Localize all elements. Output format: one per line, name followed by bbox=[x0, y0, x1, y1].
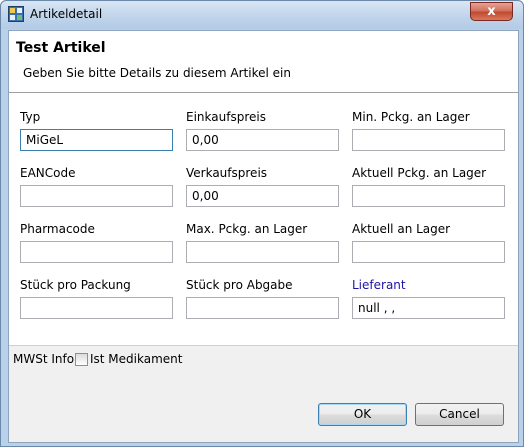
ist-medikament-label[interactable]: Ist Medikament bbox=[90, 352, 182, 366]
ok-button[interactable]: OK bbox=[318, 403, 407, 426]
ist-medikament-checkbox[interactable] bbox=[75, 353, 88, 366]
aktuell-pckg-field[interactable] bbox=[352, 185, 505, 207]
einkaufspreis-field[interactable]: 0,00 bbox=[186, 129, 339, 151]
typ-field[interactable]: MiGeL bbox=[20, 129, 173, 151]
form-panel: Typ MiGeL EANCode Pharmacode Stück pro P… bbox=[9, 93, 518, 346]
window-title: Artikeldetail bbox=[30, 7, 103, 21]
eancode-label: EANCode bbox=[20, 166, 76, 180]
aktuell-lager-label: Aktuell an Lager bbox=[352, 222, 451, 236]
cancel-button[interactable]: Cancel bbox=[415, 403, 504, 426]
lieferant-link[interactable]: Lieferant bbox=[352, 278, 406, 292]
pharmacode-field[interactable] bbox=[20, 241, 173, 263]
einkaufspreis-label: Einkaufspreis bbox=[186, 110, 266, 124]
dialog-window: Artikeldetail x Test Artikel Geben Sie b… bbox=[0, 0, 524, 447]
title-bar[interactable]: Artikeldetail x bbox=[1, 1, 523, 29]
min-pckg-field[interactable] bbox=[352, 129, 505, 151]
stueck-packung-label: Stück pro Packung bbox=[20, 278, 131, 292]
verkaufspreis-label: Verkaufspreis bbox=[186, 166, 268, 180]
stueck-packung-field[interactable] bbox=[20, 297, 173, 319]
stueck-abgabe-label: Stück pro Abgabe bbox=[186, 278, 293, 292]
mwst-info-label: MWSt Info bbox=[13, 352, 75, 366]
app-icon bbox=[8, 6, 24, 22]
max-pckg-field[interactable] bbox=[186, 241, 339, 263]
eancode-field[interactable] bbox=[20, 185, 173, 207]
dialog-client: Test Artikel Geben Sie bitte Details zu … bbox=[8, 30, 519, 443]
stueck-abgabe-field[interactable] bbox=[186, 297, 339, 319]
lieferant-field[interactable]: null , , bbox=[352, 297, 505, 319]
page-subtitle: Geben Sie bitte Details zu diesem Artike… bbox=[23, 66, 291, 80]
max-pckg-label: Max. Pckg. an Lager bbox=[186, 222, 308, 236]
min-pckg-label: Min. Pckg. an Lager bbox=[352, 110, 470, 124]
aktuell-lager-field[interactable] bbox=[352, 241, 505, 263]
pharmacode-label: Pharmacode bbox=[20, 222, 95, 236]
dialog-header: Test Artikel Geben Sie bitte Details zu … bbox=[9, 31, 518, 93]
typ-label: Typ bbox=[20, 110, 41, 124]
verkaufspreis-field[interactable]: 0,00 bbox=[186, 185, 339, 207]
close-icon: x bbox=[487, 4, 496, 19]
aktuell-pckg-label: Aktuell Pckg. an Lager bbox=[352, 166, 487, 180]
page-title: Test Artikel bbox=[16, 40, 106, 56]
close-button[interactable]: x bbox=[470, 2, 513, 21]
